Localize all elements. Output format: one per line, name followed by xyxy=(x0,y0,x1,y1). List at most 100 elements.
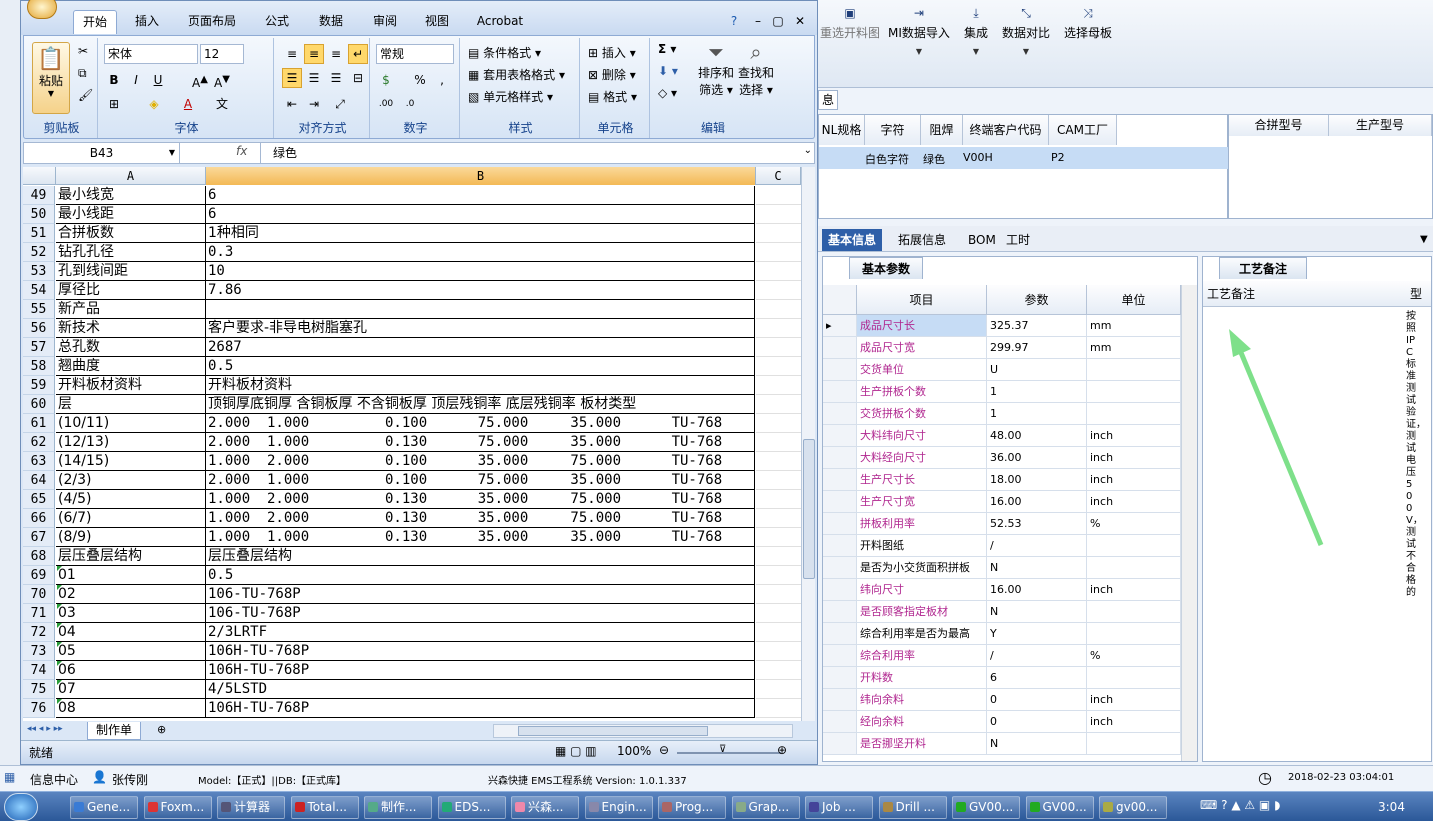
cell-b[interactable]: 1.000 1.000 0.130 35.000 35.000 TU-768 xyxy=(206,528,755,547)
clear-icon[interactable]: ◇ ▾ xyxy=(658,86,677,100)
cell-a[interactable]: 新技术 xyxy=(56,319,206,338)
taskbar-item[interactable]: gv00... xyxy=(1099,796,1167,819)
taskbar-item[interactable]: Drill ... xyxy=(878,796,947,819)
cell-a[interactable]: 合拼板数 xyxy=(56,224,206,243)
start-button[interactable] xyxy=(4,793,38,821)
cell-b[interactable] xyxy=(206,300,755,319)
cell-b[interactable]: 1种相同 xyxy=(206,224,755,243)
cell-a[interactable]: 08 xyxy=(56,699,206,718)
param-row[interactable]: 交货拼板个数 1 xyxy=(823,403,1181,425)
cell-b[interactable]: 6 xyxy=(206,186,755,205)
row-header[interactable]: 71 xyxy=(23,604,55,623)
formula-input[interactable]: 绿色 xyxy=(260,143,790,163)
cell-a[interactable]: 厚径比 xyxy=(56,281,206,300)
cell-a[interactable]: (6/7) xyxy=(56,509,206,528)
row-header[interactable]: 54 xyxy=(23,281,55,300)
row-selector[interactable] xyxy=(823,447,857,468)
row-selector[interactable] xyxy=(823,623,857,644)
col-header[interactable]: 单位 xyxy=(1087,285,1181,314)
row-header[interactable]: 69 xyxy=(23,566,55,585)
cell-a[interactable]: 最小线宽 xyxy=(56,186,206,205)
cell-c[interactable] xyxy=(756,243,801,262)
cell-c[interactable] xyxy=(756,680,801,699)
param-row[interactable]: 成品尺寸宽 299.97 mm xyxy=(823,337,1181,359)
cell-a[interactable]: 01 xyxy=(56,566,206,585)
cell-c[interactable] xyxy=(756,661,801,680)
chevron-down-icon[interactable]: ▼ xyxy=(1414,229,1433,251)
cell-b[interactable]: 106H-TU-768P xyxy=(206,642,755,661)
col-header[interactable]: 阻焊 xyxy=(921,115,963,145)
zoom-out-icon[interactable]: ⊖ xyxy=(659,743,669,757)
row-selector[interactable] xyxy=(823,425,857,446)
param-value[interactable]: 48.00 xyxy=(987,425,1087,446)
row-header[interactable]: 59 xyxy=(23,376,55,395)
taskbar-item[interactable]: 计算器 xyxy=(217,796,285,819)
view-buttons[interactable]: ▦ ▢ ▥ xyxy=(555,744,597,758)
cell-c[interactable] xyxy=(756,490,801,509)
hscroll-thumb[interactable] xyxy=(518,726,708,736)
tab-data[interactable]: 数据 xyxy=(309,10,353,34)
cell-c[interactable] xyxy=(756,186,801,205)
conditional-format-button[interactable]: ▤ 条件格式 ▾ xyxy=(468,44,541,61)
cell-c[interactable] xyxy=(756,414,801,433)
cell-c[interactable] xyxy=(756,509,801,528)
cell-c[interactable] xyxy=(756,604,801,623)
cell-b[interactable]: 开料板材资料 xyxy=(206,376,755,395)
zoom-thumb[interactable]: ⊽ xyxy=(719,744,726,755)
col-header[interactable]: 合拼型号 xyxy=(1229,115,1329,136)
cell-b[interactable]: 1.000 2.000 0.130 35.000 75.000 TU-768 xyxy=(206,490,755,509)
param-value[interactable]: U xyxy=(987,359,1087,380)
align-top-icon[interactable]: ≡ xyxy=(282,44,302,64)
param-value[interactable]: N xyxy=(987,557,1087,578)
tab-acrobat[interactable]: Acrobat xyxy=(471,10,529,34)
cell-a[interactable]: 07 xyxy=(56,680,206,699)
taskbar-item[interactable]: 兴森... xyxy=(511,796,579,819)
row-header[interactable]: 58 xyxy=(23,357,55,376)
cell-a[interactable]: (8/9) xyxy=(56,528,206,547)
col-header[interactable]: 参数 xyxy=(987,285,1087,314)
col-header[interactable]: 生产型号 xyxy=(1329,115,1432,136)
select-all-corner[interactable] xyxy=(23,167,56,185)
cell-b[interactable]: 0.5 xyxy=(206,357,755,376)
cell-a[interactable]: 层 xyxy=(56,395,206,414)
cell-c[interactable] xyxy=(756,471,801,490)
param-value[interactable]: 16.00 xyxy=(987,579,1087,600)
cell-c[interactable] xyxy=(756,300,801,319)
cell-b[interactable]: 10 xyxy=(206,262,755,281)
cut-icon[interactable]: ✂ xyxy=(78,44,88,58)
cell-b[interactable]: 4/5LSTD xyxy=(206,680,755,699)
row-header[interactable]: 67 xyxy=(23,528,55,547)
percent-icon[interactable]: % xyxy=(410,70,430,90)
param-value[interactable]: / xyxy=(987,645,1087,666)
cell-b[interactable]: 层压叠层结构 xyxy=(206,547,755,566)
expand-formula-icon[interactable]: ⌄ xyxy=(804,145,812,156)
taskbar-item[interactable]: GV00... xyxy=(952,796,1020,819)
tab-home[interactable]: 开始 xyxy=(73,10,117,34)
param-value[interactable]: 6 xyxy=(987,667,1087,688)
zoom-level[interactable]: 100% xyxy=(617,744,651,758)
param-value[interactable]: 36.00 xyxy=(987,447,1087,468)
cell-b[interactable]: 106H-TU-768P xyxy=(206,699,755,718)
row-header[interactable]: 62 xyxy=(23,433,55,452)
taskbar-item[interactable]: GV00... xyxy=(1025,796,1094,819)
font-name-select[interactable]: 宋体 xyxy=(104,44,198,64)
param-row[interactable]: 是否挪坚开料 N xyxy=(823,733,1181,755)
cell-a[interactable]: 新产品 xyxy=(56,300,206,319)
delete-cells-button[interactable]: ⊠ 删除 ▾ xyxy=(588,66,636,83)
cell-c[interactable] xyxy=(756,623,801,642)
restore-icon[interactable]: ▢ xyxy=(769,10,787,34)
cell-a[interactable]: 04 xyxy=(56,623,206,642)
paste-button[interactable]: 📋 粘贴 ▼ xyxy=(32,42,70,114)
cell-b[interactable]: 2.000 1.000 0.130 75.000 35.000 TU-768 xyxy=(206,433,755,452)
param-value[interactable]: 52.53 xyxy=(987,513,1087,534)
taskbar-item[interactable]: Engin... xyxy=(584,796,653,819)
minimize-icon[interactable]: – xyxy=(749,10,767,34)
shrink-font-button[interactable]: A▼ xyxy=(212,70,232,90)
col-header[interactable]: CAM工厂 xyxy=(1049,115,1117,145)
cell-c[interactable] xyxy=(756,281,801,300)
zoom-slider[interactable] xyxy=(677,752,781,754)
row-header[interactable]: 52 xyxy=(23,243,55,262)
row-header[interactable]: 72 xyxy=(23,623,55,642)
cell-b[interactable]: 0.5 xyxy=(206,566,755,585)
param-value[interactable]: 299.97 xyxy=(987,337,1087,358)
